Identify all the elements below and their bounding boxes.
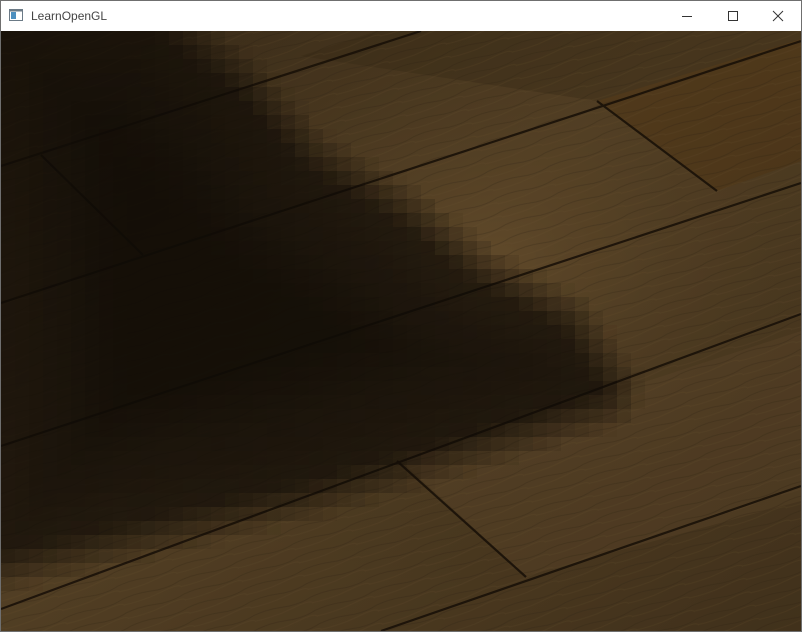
render-viewport[interactable] [1, 31, 801, 631]
opengl-window: LearnOpenGL [0, 0, 802, 632]
vignette [1, 31, 801, 631]
title-bar[interactable]: LearnOpenGL [1, 1, 801, 31]
close-button[interactable] [755, 1, 801, 31]
close-icon [772, 10, 784, 22]
window-app-icon [9, 9, 23, 21]
window-title: LearnOpenGL [31, 9, 108, 23]
maximize-button[interactable] [710, 1, 756, 31]
wood-floor-scene [1, 31, 801, 631]
minimize-button[interactable] [664, 1, 710, 31]
maximize-icon [728, 11, 738, 21]
minimize-icon [682, 16, 692, 17]
